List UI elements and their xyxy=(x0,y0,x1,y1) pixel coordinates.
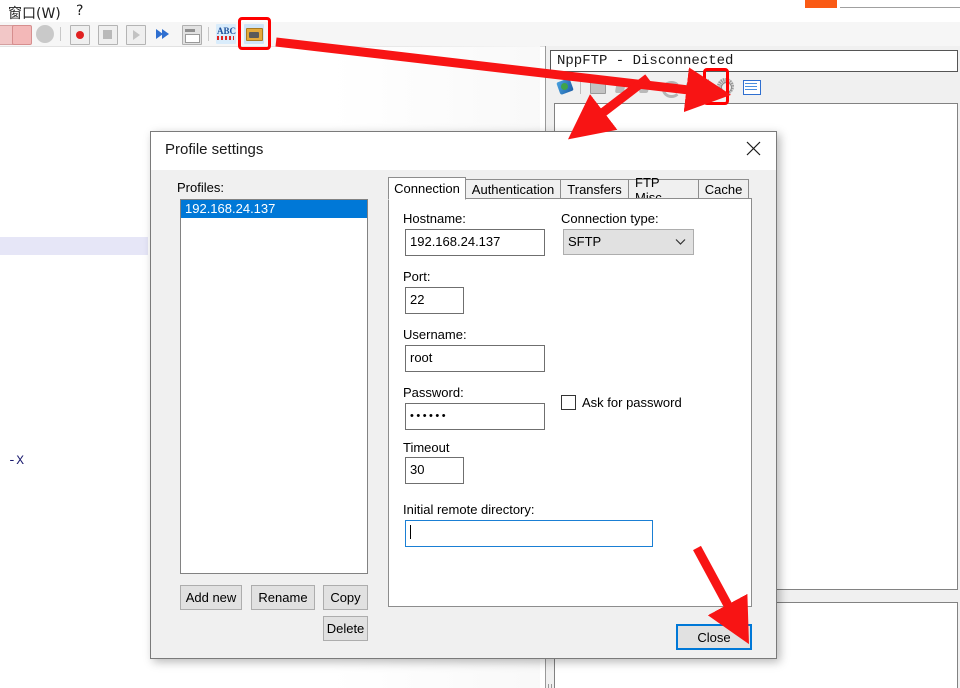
panel-edge-line xyxy=(548,684,549,688)
chevron-down-icon xyxy=(675,230,686,254)
initial-remote-directory-input[interactable] xyxy=(405,520,653,547)
profiles-listbox[interactable]: 192.168.24.137 xyxy=(180,199,368,574)
connection-type-label: Connection type: xyxy=(561,211,659,226)
port-label: Port: xyxy=(403,269,431,284)
run-icon[interactable] xyxy=(182,25,202,45)
timeout-label: Timeout xyxy=(403,440,450,455)
close-icon[interactable] xyxy=(730,132,776,164)
nppftp-title: NppFTP - Disconnected xyxy=(557,53,734,69)
connect-icon[interactable] xyxy=(556,77,575,96)
editor-highlighted-line xyxy=(0,237,148,255)
connection-type-select[interactable]: SFTP xyxy=(563,229,694,255)
dialog-title: Profile settings xyxy=(165,141,264,158)
nppftp-toolbar xyxy=(550,74,958,100)
rename-button[interactable]: Rename xyxy=(251,585,315,610)
stop-macro-icon[interactable] xyxy=(98,25,118,45)
timeout-input[interactable]: 30 xyxy=(405,457,464,484)
toolbar-separator xyxy=(580,79,581,94)
username-label: Username: xyxy=(403,327,467,342)
checkbox-box-icon xyxy=(561,395,576,410)
ask-for-password-label: Ask for password xyxy=(582,395,682,410)
top-divider-line xyxy=(840,7,960,8)
print-icon[interactable] xyxy=(36,25,54,43)
play-macro-icon[interactable] xyxy=(126,25,146,45)
delete-button[interactable]: Delete xyxy=(323,616,368,641)
record-macro-icon[interactable] xyxy=(70,25,90,45)
download-icon[interactable] xyxy=(588,77,607,96)
text-caret xyxy=(410,525,411,539)
upload-other-icon[interactable] xyxy=(636,77,655,96)
tab-cache[interactable]: Cache xyxy=(698,179,749,199)
close-button[interactable]: Close xyxy=(676,624,752,650)
password-label: Password: xyxy=(403,385,464,400)
hostname-label: Hostname: xyxy=(403,211,466,226)
tab-authentication[interactable]: Authentication xyxy=(465,179,561,199)
toolbar-separator xyxy=(208,27,209,41)
initial-remote-directory-label: Initial remote directory: xyxy=(403,502,535,517)
port-input[interactable]: 22 xyxy=(405,287,464,314)
run-macro-multiple-icon[interactable] xyxy=(154,25,172,43)
tab-connection[interactable]: Connection xyxy=(388,177,466,200)
hostname-input[interactable]: 192.168.24.137 xyxy=(405,229,545,256)
menu-item-help[interactable]: ? xyxy=(76,3,83,19)
abort-icon[interactable] xyxy=(684,77,703,96)
list-item[interactable]: 192.168.24.137 xyxy=(181,200,367,218)
settings-gear-icon[interactable] xyxy=(716,77,735,96)
username-input[interactable]: root xyxy=(405,345,545,372)
orange-marker xyxy=(805,0,837,8)
copy-button[interactable]: Copy xyxy=(323,585,368,610)
ask-for-password-checkbox[interactable]: Ask for password xyxy=(561,395,682,410)
refresh-icon[interactable] xyxy=(660,77,681,98)
toolbar-separator xyxy=(60,27,61,41)
messages-icon[interactable] xyxy=(742,77,761,96)
add-new-button[interactable]: Add new xyxy=(180,585,242,610)
profile-settings-dialog: Profile settings Profiles: 192.168.24.13… xyxy=(150,131,777,659)
tab-transfers[interactable]: Transfers xyxy=(560,179,629,199)
connection-type-value: SFTP xyxy=(568,234,602,249)
nppftp-toggle-icon[interactable] xyxy=(244,24,264,44)
spell-check-icon[interactable]: ABC xyxy=(216,24,236,44)
tab-ftp-misc[interactable]: FTP Misc. xyxy=(628,175,699,205)
screen-root: 窗口(W) ? ABC -X NppFTP - Disconnected Pro… xyxy=(0,0,960,688)
password-input[interactable]: •••••• xyxy=(405,403,545,430)
dialog-titlebar: Profile settings xyxy=(151,132,776,170)
upload-icon[interactable] xyxy=(612,77,631,96)
editor-text-fragment: -X xyxy=(8,453,25,468)
editor-toolbar: ABC xyxy=(0,22,960,47)
profiles-label: Profiles: xyxy=(177,180,224,195)
settings-tabstrip: Connection Authentication Transfers FTP … xyxy=(388,175,752,205)
connection-tab-page: Hostname: 192.168.24.137 Connection type… xyxy=(388,198,752,607)
nppftp-titlebar: NppFTP - Disconnected xyxy=(550,50,958,72)
menu-item-window[interactable]: 窗口(W) xyxy=(8,3,61,23)
open-folder-icon[interactable] xyxy=(12,25,32,45)
toolbar-separator xyxy=(708,79,709,94)
panel-edge-line xyxy=(551,684,552,688)
